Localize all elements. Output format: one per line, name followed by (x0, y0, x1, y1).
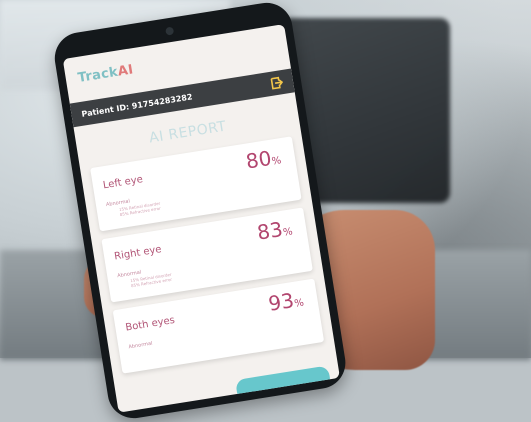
patient-id-text: Patient ID: 91754283282 (80, 91, 194, 119)
result-label: Left eye (102, 174, 144, 192)
phone-screen: TrackAI Patient ID: 91754283282 AI REPOR… (62, 24, 340, 413)
camera-icon (165, 26, 175, 36)
action-button[interactable] (235, 365, 332, 402)
brand-prefix: Track (76, 64, 120, 86)
result-status: Abnormal (128, 340, 153, 351)
result-label: Both eyes (124, 314, 176, 334)
result-percent: 93% (266, 288, 305, 316)
logout-icon[interactable] (268, 75, 284, 91)
result-label: Right eye (113, 244, 163, 263)
app-logo: TrackAI (77, 62, 135, 86)
brand-suffix: AI (116, 62, 135, 80)
result-percent: 83% (255, 217, 294, 245)
result-percent: 80% (244, 145, 283, 174)
